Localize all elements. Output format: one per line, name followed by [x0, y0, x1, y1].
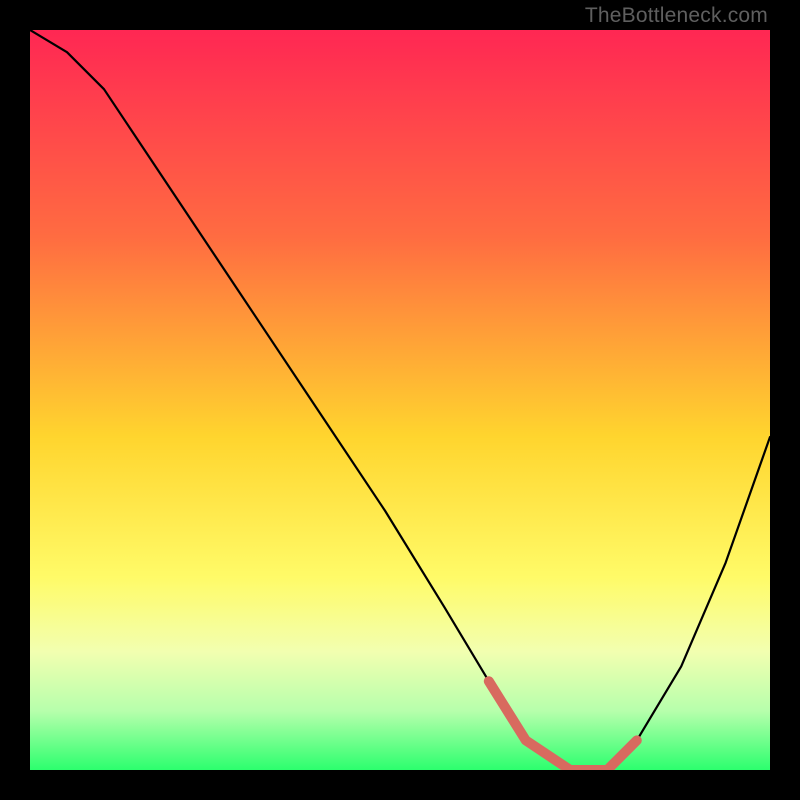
chart-plot-area — [30, 30, 770, 770]
watermark-text: TheBottleneck.com — [585, 4, 768, 28]
chart-svg — [30, 30, 770, 770]
chart-background — [30, 30, 770, 770]
